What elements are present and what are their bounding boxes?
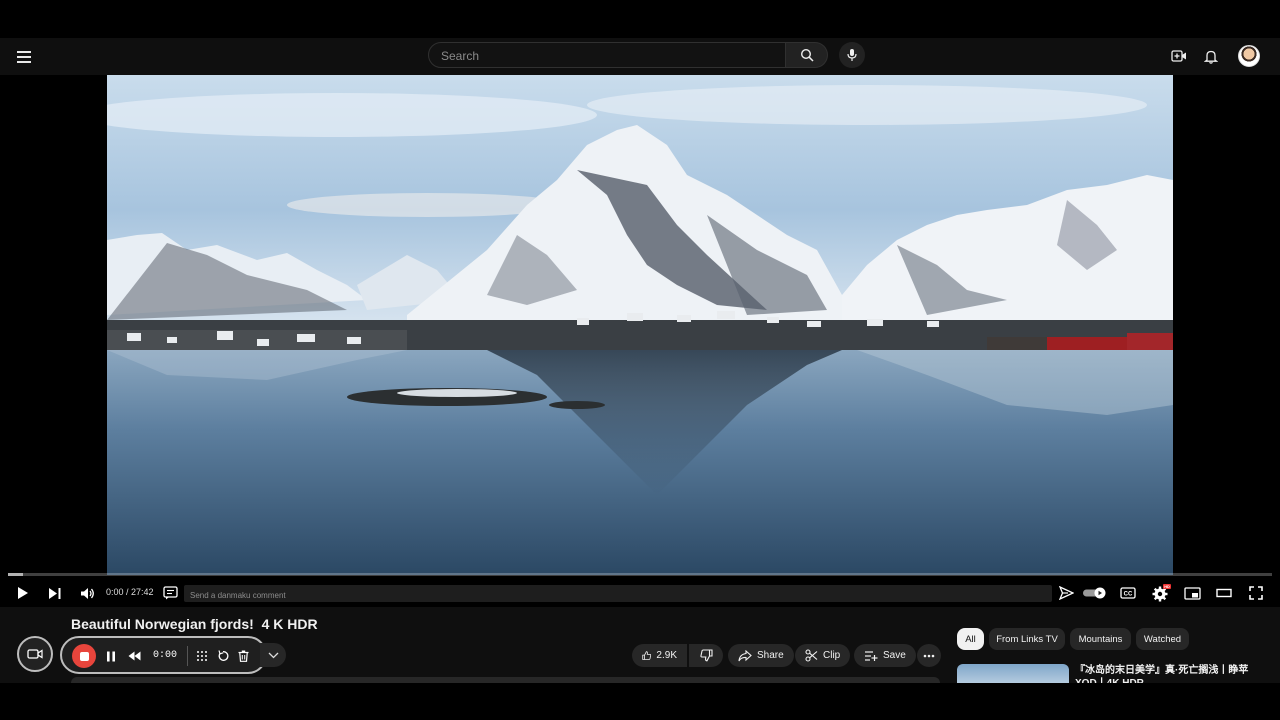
volume-icon bbox=[80, 587, 94, 599]
menu-icon[interactable] bbox=[14, 46, 34, 66]
danmaku-input[interactable] bbox=[184, 586, 1032, 605]
danmaku-field[interactable] bbox=[184, 585, 1052, 605]
stop-icon bbox=[79, 651, 89, 661]
player-controls: 0:00 / 27:42 CC HD bbox=[0, 579, 1280, 607]
avatar[interactable] bbox=[1238, 45, 1260, 67]
skip-next-icon bbox=[49, 587, 61, 599]
trash-icon bbox=[238, 650, 248, 662]
closed-captions-icon: CC bbox=[1120, 587, 1136, 599]
video-camera-icon bbox=[27, 649, 43, 659]
share-icon bbox=[738, 649, 752, 661]
create-video-icon bbox=[1171, 50, 1186, 62]
search-button[interactable] bbox=[786, 42, 828, 68]
dislike-button[interactable] bbox=[689, 644, 723, 667]
play-icon bbox=[18, 587, 28, 599]
bell-icon bbox=[1204, 50, 1218, 64]
fullscreen-button[interactable] bbox=[1244, 579, 1268, 607]
next-button[interactable] bbox=[44, 579, 66, 607]
expand-button[interactable] bbox=[260, 643, 286, 667]
hd-badge: HD bbox=[1164, 585, 1170, 589]
save-label: Save bbox=[883, 650, 906, 661]
play-button[interactable] bbox=[12, 579, 34, 607]
captions-button[interactable]: CC bbox=[1118, 579, 1138, 607]
more-actions-button[interactable] bbox=[917, 644, 941, 667]
video-player[interactable]: 0:00 / 27:42 CC HD bbox=[0, 75, 1280, 607]
chip-from-links-tv[interactable]: From Links TV bbox=[989, 628, 1065, 650]
time-display: 0:00 / 27:42 bbox=[106, 587, 154, 597]
settings-button[interactable]: HD bbox=[1150, 579, 1172, 607]
pause-icon bbox=[107, 651, 115, 661]
svg-text:CC: CC bbox=[1124, 592, 1133, 598]
clip-label: Clip bbox=[823, 650, 841, 661]
microphone-icon bbox=[847, 49, 857, 61]
more-horizontal-icon bbox=[923, 654, 935, 657]
progress-bar[interactable] bbox=[8, 573, 1272, 576]
buffer-indicator bbox=[8, 573, 24, 576]
recorder-panel: 0:00 bbox=[60, 636, 267, 674]
theater-mode-button[interactable] bbox=[1212, 579, 1236, 607]
video-still-fjord bbox=[107, 75, 1173, 575]
search-box[interactable] bbox=[428, 42, 786, 68]
video-title: Beautiful Norwegian fjords! 4 K HDR bbox=[71, 616, 318, 632]
send-danmaku-button[interactable] bbox=[1056, 579, 1076, 607]
comment-icon bbox=[162, 586, 178, 600]
toggle-icon bbox=[1083, 587, 1106, 599]
save-button[interactable]: Save bbox=[854, 644, 916, 667]
miniplayer-button[interactable] bbox=[1180, 579, 1204, 607]
like-button[interactable]: 2.9K bbox=[632, 644, 687, 667]
chip-all[interactable]: All bbox=[957, 628, 984, 650]
recorder-divider bbox=[187, 646, 188, 666]
like-count: 2.9K bbox=[656, 650, 677, 661]
bottom-black-strip bbox=[0, 683, 1280, 720]
rewind-button[interactable] bbox=[126, 647, 142, 665]
fullscreen-icon bbox=[1249, 586, 1263, 600]
miniplayer-icon bbox=[1183, 586, 1201, 600]
gear-icon: HD bbox=[1152, 584, 1171, 602]
drag-handle-icon bbox=[197, 651, 207, 661]
rewind-icon bbox=[128, 651, 140, 661]
video-frame[interactable] bbox=[107, 75, 1173, 575]
stop-recording-button[interactable] bbox=[72, 644, 96, 668]
create-video-button[interactable] bbox=[1170, 46, 1188, 66]
theater-icon bbox=[1216, 588, 1232, 598]
clip-button[interactable]: Clip bbox=[795, 644, 851, 667]
move-recorder-button[interactable] bbox=[194, 647, 210, 665]
thumbs-down-icon bbox=[699, 649, 713, 662]
recorder-camera-button[interactable] bbox=[17, 636, 53, 672]
playlist-add-icon bbox=[865, 650, 878, 661]
danmaku-toggle-button[interactable] bbox=[160, 579, 180, 607]
share-button[interactable]: Share bbox=[728, 644, 794, 667]
autoplay-toggle[interactable] bbox=[1082, 579, 1108, 607]
notifications-button[interactable] bbox=[1202, 46, 1220, 66]
thumbs-up-icon bbox=[642, 651, 652, 660]
search-input[interactable] bbox=[439, 48, 773, 64]
volume-button[interactable] bbox=[76, 579, 98, 607]
restart-recording-button[interactable] bbox=[215, 647, 231, 665]
delete-recording-button[interactable] bbox=[235, 647, 251, 665]
share-label: Share bbox=[757, 650, 784, 661]
chip-mountains[interactable]: Mountains bbox=[1070, 628, 1131, 650]
pause-recording-button[interactable] bbox=[104, 647, 118, 665]
top-black-strip bbox=[0, 0, 1280, 38]
search-icon bbox=[800, 48, 814, 62]
recording-timer: 0:00 bbox=[153, 650, 178, 661]
scissors-icon bbox=[805, 649, 818, 662]
voice-search-button[interactable] bbox=[839, 42, 865, 68]
restart-icon bbox=[218, 650, 229, 661]
masthead bbox=[0, 38, 1280, 75]
chip-watched[interactable]: Watched bbox=[1136, 628, 1189, 650]
chevron-down-icon bbox=[268, 652, 278, 658]
send-icon bbox=[1058, 586, 1074, 600]
suggestion-thumbnail[interactable] bbox=[957, 664, 1069, 684]
